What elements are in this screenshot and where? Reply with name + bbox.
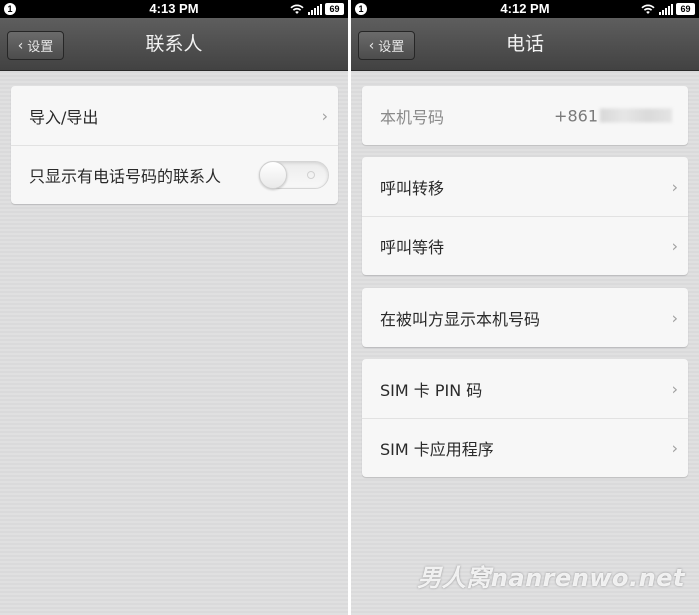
toggle-off-indicator-icon [307, 171, 315, 179]
row-label: 呼叫等待 [380, 238, 445, 257]
show-with-phone-row: 只显示有电话号码的联系人 [11, 145, 338, 204]
navigation-bar: ‹ 设置 电话 [351, 18, 699, 71]
page-title: 联系人 [145, 33, 203, 55]
show-my-number-row[interactable]: 在被叫方显示本机号码 › [362, 288, 688, 347]
sim-options-card: SIM 卡 PIN 码 › SIM 卡应用程序 › [362, 359, 688, 477]
show-with-phone-toggle[interactable] [259, 161, 329, 189]
chevron-right-icon: › [671, 236, 678, 256]
sim-apps-row[interactable]: SIM 卡应用程序 › [362, 418, 688, 477]
call-waiting-row[interactable]: 呼叫等待 › [362, 216, 688, 275]
my-number-prefix: +861 [554, 106, 598, 125]
row-label: SIM 卡应用程序 [380, 440, 494, 459]
my-number-label: 本机号码 [380, 107, 445, 127]
watermark: 男人窝nanrenwo.net [417, 564, 685, 592]
row-label: 呼叫转移 [380, 178, 445, 198]
status-bar: 1 4:12 PM 69 [351, 0, 699, 18]
contacts-options-card: 导入/导出 › 只显示有电话号码的联系人 [11, 86, 338, 204]
redacted-number [600, 108, 672, 123]
toggle-knob[interactable] [259, 161, 287, 189]
signal-icon [308, 3, 322, 15]
import-export-row[interactable]: 导入/导出 › [11, 86, 338, 145]
chevron-right-icon: › [671, 177, 678, 196]
chevron-right-icon: › [671, 438, 678, 458]
row-label: 在被叫方显示本机号码 [380, 309, 541, 329]
call-forwarding-row[interactable]: 呼叫转移 › [362, 157, 688, 216]
chevron-right-icon: › [321, 106, 328, 125]
caller-id-card: 在被叫方显示本机号码 › [362, 288, 688, 347]
battery-icon: 69 [325, 3, 344, 15]
contacts-settings-screen: 1 4:13 PM 69 ‹ 设置 联系人 导入/导出 › 只显示有电话号码的联… [0, 0, 348, 615]
my-number-value: +861 [554, 106, 672, 125]
status-bar: 1 4:13 PM 69 [0, 0, 348, 18]
wifi-icon [290, 4, 304, 14]
call-options-card: 呼叫转移 › 呼叫等待 › [362, 157, 688, 275]
row-label: 导入/导出 [29, 107, 99, 127]
navigation-bar: ‹ 设置 联系人 [0, 18, 348, 71]
row-label: 只显示有电话号码的联系人 [29, 167, 222, 186]
chevron-right-icon: › [671, 308, 678, 327]
signal-icon [659, 3, 673, 15]
phone-settings-screen: 1 4:12 PM 69 ‹ 设置 电话 本机号码 +861 呼叫转移 › 呼叫… [351, 0, 699, 615]
row-label: SIM 卡 PIN 码 [380, 380, 483, 400]
my-number-card: 本机号码 +861 [362, 86, 688, 145]
my-number-row: 本机号码 +861 [362, 86, 688, 145]
chevron-right-icon: › [671, 379, 678, 398]
battery-icon: 69 [676, 3, 695, 15]
wifi-icon [641, 4, 655, 14]
sim-pin-row[interactable]: SIM 卡 PIN 码 › [362, 359, 688, 418]
page-title: 电话 [505, 33, 544, 55]
